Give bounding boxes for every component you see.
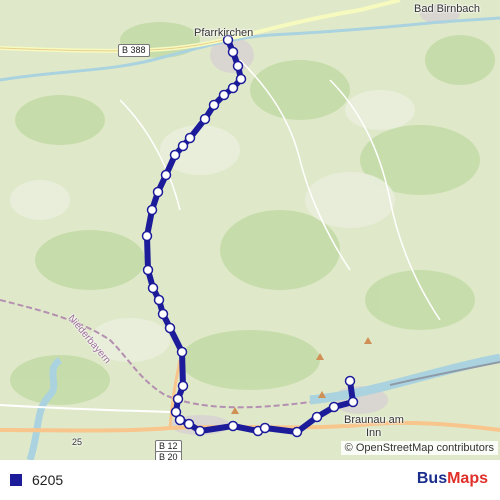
bus-stop-marker[interactable] [232, 60, 244, 72]
bus-stop-marker[interactable] [142, 264, 154, 276]
bus-stop-marker[interactable] [218, 89, 230, 101]
bus-stop-marker[interactable] [311, 411, 323, 423]
road-shield-b20: B 20 [155, 451, 182, 460]
bus-stop-marker[interactable] [169, 149, 181, 161]
brand-part-bus: Bus [416, 470, 448, 487]
place-label-braunau-line2: Inn [366, 427, 382, 439]
legend-route-swatch [10, 474, 22, 486]
bus-stop-marker[interactable] [259, 422, 271, 434]
bus-stop-marker[interactable] [152, 186, 164, 198]
bus-stop-marker[interactable] [176, 346, 188, 358]
bus-stop-marker[interactable] [227, 46, 239, 58]
bus-stop-marker[interactable] [174, 414, 186, 426]
bus-stop-marker[interactable] [146, 204, 158, 216]
bus-stop-marker[interactable] [160, 169, 172, 181]
bus-stop-marker[interactable] [344, 375, 356, 387]
place-label-pfarrkirchen: Pfarrkirchen [194, 27, 254, 39]
bus-stop-marker[interactable] [172, 393, 184, 405]
bus-stop-marker[interactable] [177, 380, 189, 392]
bus-stop-marker[interactable] [227, 420, 239, 432]
bus-stop-marker[interactable] [347, 396, 359, 408]
place-label-bad-birnbach: Bad Birnbach [414, 3, 481, 15]
route-layer [141, 34, 359, 438]
bus-stop-marker[interactable] [184, 132, 196, 144]
bus-stop-marker[interactable] [141, 230, 153, 242]
place-label-braunau-line1: Braunau am [344, 414, 404, 426]
bus-stop-marker[interactable] [194, 425, 206, 437]
busmaps-logo[interactable]: BusMaps [417, 470, 488, 488]
bus-stop-marker[interactable] [147, 282, 159, 294]
bus-stop-marker[interactable] [183, 418, 195, 430]
bus-route-line[interactable] [144, 37, 356, 435]
bus-stop-marker[interactable] [157, 308, 169, 320]
bus-stop-marker[interactable] [227, 82, 239, 94]
map-canvas[interactable]: Pfarrkirchen Bad Birnbach Braunau am Inn… [0, 0, 500, 460]
bus-stop-marker[interactable] [177, 140, 189, 152]
bus-stop-marker[interactable] [235, 73, 247, 85]
bus-stop-marker[interactable] [153, 294, 165, 306]
bus-stop-marker[interactable] [328, 401, 340, 413]
legend-route-label[interactable]: 6205 [32, 472, 63, 488]
road-label-25: 25 [72, 437, 83, 447]
brand-part-maps: Maps [447, 470, 488, 487]
map-attribution[interactable]: © OpenStreetMap contributors [340, 441, 498, 455]
bus-stop-marker[interactable] [291, 426, 303, 438]
road-shield-b388: B 388 [118, 44, 150, 57]
bus-stop-marker[interactable] [164, 322, 176, 334]
bus-stop-marker[interactable] [208, 99, 220, 111]
bus-stop-marker[interactable] [199, 113, 211, 125]
